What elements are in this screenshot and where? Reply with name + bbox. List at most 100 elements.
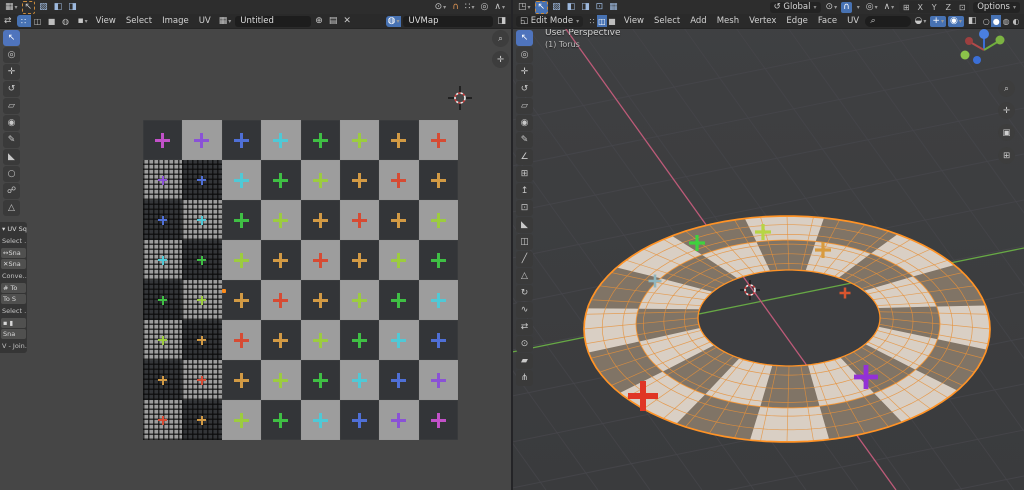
v3d-pivot-dropdown[interactable]: ⊙ ▾ bbox=[824, 2, 840, 13]
uv-editor-type-button[interactable]: ▦ ▾ bbox=[3, 2, 20, 13]
v3d-tool-loop-cut[interactable]: ◫ bbox=[516, 234, 533, 250]
uvsq-item-3[interactable]: ✕Sna bbox=[1, 259, 26, 269]
select-mode-vertex[interactable]: ∷ bbox=[587, 15, 597, 27]
v3d-snap-with-dropdown[interactable]: ▾ bbox=[854, 2, 862, 13]
uv-tool-scale[interactable]: ▱ bbox=[3, 98, 20, 114]
v3d-menu-vertex[interactable]: Vertex bbox=[744, 16, 781, 26]
mirror-x-button[interactable]: X bbox=[913, 1, 927, 13]
uv-proportional-toggle[interactable]: ◎ bbox=[479, 2, 491, 13]
v3d-falloff-dropdown[interactable]: ∧ ▾ bbox=[882, 2, 897, 13]
uv-select-box-icon[interactable]: ▨ bbox=[37, 2, 50, 13]
uvsq-item-9[interactable]: Sna bbox=[1, 329, 26, 339]
navigation-gizmo[interactable] bbox=[958, 26, 1010, 76]
uv-tool-pinch[interactable]: △ bbox=[3, 200, 20, 216]
uv-sticky-dropdown[interactable]: ▪ ▾ bbox=[76, 16, 90, 27]
uv-tool-rotate[interactable]: ↺ bbox=[3, 81, 20, 97]
uv-select-mode-face[interactable]: ■ bbox=[45, 15, 59, 27]
v3d-menu-face[interactable]: Face bbox=[813, 16, 842, 26]
uvsq-item-8[interactable]: ▪ ▮ bbox=[1, 318, 26, 328]
uv-tool-cursor[interactable]: ◎ bbox=[3, 47, 20, 63]
select-mode-face[interactable]: ■ bbox=[607, 15, 617, 27]
v3d-tool-tweak[interactable]: ↖ bbox=[516, 30, 533, 46]
uv-pan-button[interactable]: ✛ bbox=[492, 51, 509, 68]
v3d-menu-add[interactable]: Add bbox=[685, 16, 711, 26]
overlays-dropdown[interactable]: ◉ ▾ bbox=[948, 16, 964, 27]
v3d-snap-toggle[interactable]: ∩ bbox=[841, 2, 852, 13]
v3d-tool-edge-slide[interactable]: ⇄ bbox=[516, 319, 533, 335]
v3d-menu-uv[interactable]: UV bbox=[842, 16, 864, 26]
v3d-tool-spin[interactable]: ↻ bbox=[516, 285, 533, 301]
v3d-menu-view[interactable]: View bbox=[619, 16, 649, 26]
v3d-tool-measure[interactable]: ∠ bbox=[516, 149, 533, 165]
uvsq-item-5[interactable]: # To bbox=[1, 283, 26, 293]
uv-sync-toggle[interactable]: ⇄ bbox=[2, 16, 14, 27]
uvmap-type-dropdown[interactable]: ◍ ▾ bbox=[386, 16, 402, 27]
v3d-select-extra2-icon[interactable]: ▦ bbox=[607, 2, 620, 13]
v3d-select-extra-icon[interactable]: ⊡ bbox=[594, 2, 606, 13]
v3d-select-box-icon[interactable]: ▨ bbox=[550, 2, 563, 13]
v3d-camera-button[interactable]: ▣ bbox=[998, 124, 1015, 141]
uv-tool-transform[interactable]: ◉ bbox=[3, 115, 20, 131]
v3d-menu-mesh[interactable]: Mesh bbox=[712, 16, 744, 26]
area-divider[interactable] bbox=[511, 0, 513, 490]
v3d-menu-edge[interactable]: Edge bbox=[781, 16, 812, 26]
uv-snap-with-dropdown[interactable]: ∷ ▾ bbox=[463, 2, 477, 13]
search-input[interactable]: ⌕ bbox=[865, 16, 910, 27]
gizmos-dropdown[interactable]: + ▾ bbox=[930, 16, 946, 27]
mode-dropdown[interactable]: ◱ Edit Mode ▾ bbox=[516, 16, 583, 27]
unlink-image-button[interactable]: ✕ bbox=[341, 16, 353, 27]
uv-menu-uv[interactable]: UV bbox=[194, 16, 216, 26]
uv-tool-move[interactable]: ✛ bbox=[3, 64, 20, 80]
shading-wireframe[interactable]: ○ bbox=[981, 15, 991, 27]
v3d-tool-poly-build[interactable]: △ bbox=[516, 268, 533, 284]
v3d-tool-extrude[interactable]: ↥ bbox=[516, 183, 533, 199]
open-image-button[interactable]: ▤ bbox=[327, 16, 340, 27]
v3d-tool-shear[interactable]: ▰ bbox=[516, 353, 533, 369]
shading-rendered[interactable]: ◐ bbox=[1011, 15, 1021, 27]
uv-menu-view[interactable]: View bbox=[91, 16, 121, 26]
v3d-tool-rotate[interactable]: ↺ bbox=[516, 81, 533, 97]
uvsq-item-6[interactable]: To S bbox=[1, 294, 26, 304]
shading-material[interactable]: ◍ bbox=[1001, 15, 1011, 27]
v3d-menu-select[interactable]: Select bbox=[649, 16, 685, 26]
options-dropdown[interactable]: Options ▾ bbox=[973, 2, 1020, 13]
uv-select-mode-island[interactable]: ◍ bbox=[59, 15, 73, 27]
v3d-tool-transform[interactable]: ◉ bbox=[516, 115, 533, 131]
v3d-tool-shrink-fatten[interactable]: ⊙ bbox=[516, 336, 533, 352]
v3d-tool-inset[interactable]: ⊡ bbox=[516, 200, 533, 216]
uv-tool-tweak[interactable]: ↖ bbox=[3, 30, 20, 46]
v3d-tool-cursor[interactable]: ◎ bbox=[516, 47, 533, 63]
uv-menu-image[interactable]: Image bbox=[157, 16, 194, 26]
uv-sidebar-toggle[interactable]: ◨ bbox=[495, 16, 508, 27]
uv-select-circle-icon[interactable]: ◨ bbox=[66, 2, 79, 13]
v3d-zoom-button[interactable]: ⌕ bbox=[998, 80, 1015, 97]
v3d-tool-rip-region[interactable]: ⋔ bbox=[516, 370, 533, 386]
uv-zoom-button[interactable]: ⌕ bbox=[492, 30, 509, 47]
uv-tool-annotate[interactable]: ✎ bbox=[3, 132, 20, 148]
uv-select-mode-vertex[interactable]: ∷ bbox=[17, 15, 31, 27]
v3d-active-tool-tweak[interactable]: ↖ bbox=[535, 1, 549, 14]
v3d-tool-annotate[interactable]: ✎ bbox=[516, 132, 533, 148]
v3d-tool-bevel[interactable]: ◣ bbox=[516, 217, 533, 233]
image-name-field[interactable]: Untitled bbox=[235, 16, 311, 27]
shading-solid[interactable]: ● bbox=[991, 15, 1001, 27]
uvsq-item-2[interactable]: ↔Sna bbox=[1, 248, 26, 258]
uv-menu-select[interactable]: Select bbox=[121, 16, 157, 26]
image-browse-dropdown[interactable]: ▦ ▾ bbox=[217, 16, 234, 27]
uv-active-tool-tweak[interactable]: ↖ bbox=[22, 1, 36, 14]
uv-falloff-dropdown[interactable]: ∧ ▾ bbox=[492, 2, 507, 13]
v3d-ortho-button[interactable]: ⊞ bbox=[998, 147, 1015, 164]
mirror-z-button[interactable]: Z bbox=[941, 1, 955, 13]
v3d-select-circle-icon[interactable]: ◨ bbox=[579, 2, 592, 13]
uvmap-name-field[interactable]: UVMap bbox=[403, 16, 493, 27]
uv-snap-toggle[interactable]: ∩ bbox=[450, 2, 461, 13]
v3d-tool-knife[interactable]: ╱ bbox=[516, 251, 533, 267]
uv-2d-cursor[interactable] bbox=[447, 85, 473, 111]
v3d-tool-add-cube[interactable]: ⊞ bbox=[516, 166, 533, 182]
v3d-pan-button[interactable]: ✛ bbox=[998, 102, 1015, 119]
v3d-proportional-dropdown[interactable]: ◎ ▾ bbox=[864, 2, 880, 13]
uv-select-lasso-icon[interactable]: ◧ bbox=[52, 2, 65, 13]
uv-tool-grab[interactable]: ○ bbox=[3, 166, 20, 182]
mirror-extra-icon[interactable]: ⊡ bbox=[955, 1, 969, 13]
v3d-select-lasso-icon[interactable]: ◧ bbox=[565, 2, 578, 13]
